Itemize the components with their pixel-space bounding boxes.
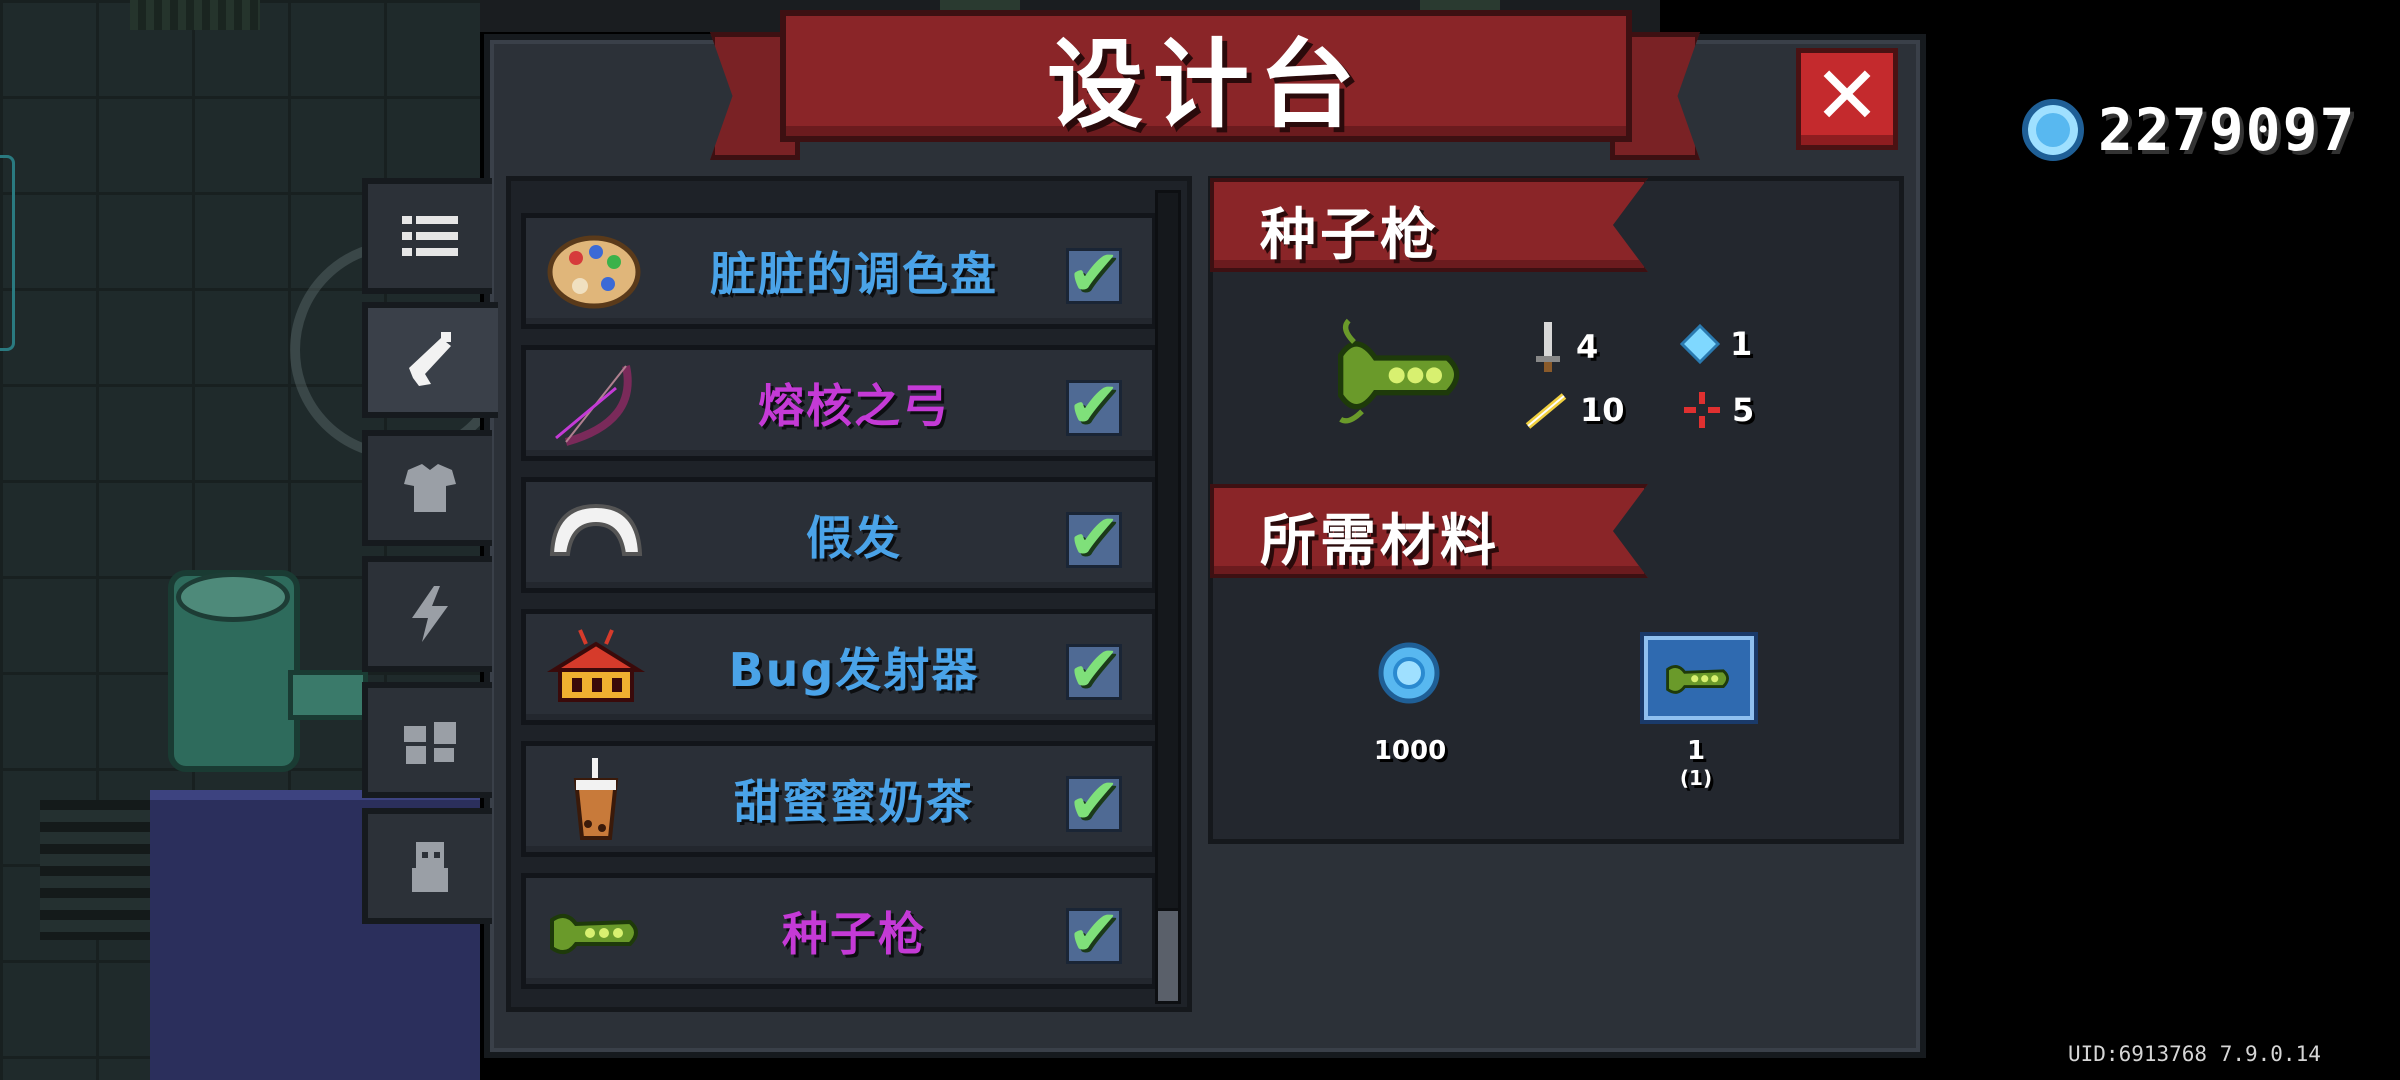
accuracy-stat: 5: [1682, 390, 1754, 430]
tab-list[interactable]: [362, 178, 492, 294]
gem-icon: [2022, 99, 2084, 161]
crit-icon: [1525, 393, 1567, 429]
item-name: 熔核之弓: [758, 379, 950, 433]
wall-tube: [0, 155, 15, 351]
energy-stat: 1: [1680, 324, 1752, 364]
lightning-icon: [412, 586, 448, 642]
list-item[interactable]: 脏脏的调色盘 ✔: [521, 213, 1157, 329]
floor-grate: [130, 0, 260, 30]
checkbox[interactable]: ✔: [1066, 369, 1122, 443]
gem-icon: [1378, 642, 1440, 704]
weapon-icon: [409, 332, 451, 386]
list-icon: [402, 216, 458, 256]
damage-value: 4: [1576, 328, 1599, 366]
tab-furniture[interactable]: [362, 682, 492, 798]
currency-value: 2279097: [2098, 96, 2357, 164]
scrollbar-thumb[interactable]: [1155, 908, 1181, 1004]
check-icon: ✔: [1067, 501, 1121, 575]
check-icon: ✔: [1067, 897, 1121, 971]
blueprint-seed-gun-icon: [1666, 665, 1729, 694]
close-button[interactable]: ✕: [1796, 48, 1898, 150]
item-name: 甜蜜蜜奶茶: [734, 775, 974, 829]
blueprint-tile: [1640, 632, 1758, 724]
armor-icon: [404, 464, 456, 512]
tab-character[interactable]: [362, 808, 492, 924]
item-name: 脏脏的调色盘: [710, 247, 998, 301]
check-icon: ✔: [1067, 633, 1121, 707]
furniture-icon: [404, 722, 456, 764]
character-icon: [412, 842, 448, 892]
material-owned: (1): [1679, 766, 1713, 790]
uid-version: UID:6913768 7.9.0.14: [2068, 1042, 2321, 1066]
item-name: Bug发射器: [728, 643, 980, 697]
list-scrollbar[interactable]: [1155, 190, 1181, 1004]
pipe: [288, 670, 368, 720]
crosshair-icon: [1684, 392, 1720, 428]
material-amount: 1: [1686, 736, 1706, 766]
title-banner: 设计台: [780, 10, 1632, 142]
material-amount: 1000: [1373, 736, 1447, 766]
bug-launcher-icon: [546, 629, 646, 702]
barrel-top: [176, 572, 290, 622]
check-icon: ✔: [1067, 237, 1121, 311]
item-name: 假发: [806, 511, 902, 565]
energy-icon: [1680, 324, 1720, 364]
list-item[interactable]: 甜蜜蜜奶茶 ✔: [521, 741, 1157, 857]
list-item[interactable]: 假发 ✔: [521, 477, 1157, 593]
check-icon: ✔: [1067, 765, 1121, 839]
bow-icon: [555, 365, 632, 446]
check-icon: ✔: [1067, 369, 1121, 443]
checkbox[interactable]: ✔: [1066, 501, 1122, 575]
tab-weapon[interactable]: [362, 302, 498, 418]
currency-display: 2279097: [2022, 96, 2356, 164]
checkbox[interactable]: ✔: [1066, 633, 1122, 707]
crit-stat: 10: [1524, 390, 1625, 430]
floor-vent: [40, 800, 150, 940]
close-icon: ✕: [1813, 49, 1881, 142]
item-name: 种子枪: [782, 907, 926, 961]
materials-ribbon: 所需材料: [1210, 484, 1648, 578]
wig-icon: [549, 503, 643, 556]
list-item[interactable]: Bug发射器 ✔: [521, 609, 1157, 725]
crit-value: 10: [1580, 391, 1625, 429]
checkbox[interactable]: ✔: [1066, 237, 1122, 311]
item-title-ribbon: 种子枪: [1210, 178, 1648, 272]
seed-gun-icon: [550, 913, 638, 955]
blueprint-list[interactable]: 脏脏的调色盘 ✔ 熔核之弓 ✔ 假发 ✔ Bug发射器 ✔ 甜蜜蜜奶茶 ✔ 种子…: [506, 176, 1192, 1012]
accuracy-value: 5: [1732, 391, 1755, 429]
tab-armor[interactable]: [362, 430, 492, 546]
seed-gun-icon: [1338, 318, 1460, 424]
sword-icon: [1536, 322, 1560, 372]
list-item[interactable]: 熔核之弓 ✔: [521, 345, 1157, 461]
materials-title: 所需材料: [1260, 509, 1500, 574]
energy-value: 1: [1730, 325, 1753, 363]
list-item[interactable]: 种子枪 ✔: [521, 873, 1157, 989]
checkbox[interactable]: ✔: [1066, 897, 1122, 971]
damage-stat: 4: [1530, 320, 1598, 374]
tab-buff[interactable]: [362, 556, 492, 672]
page-title: 设计台: [1047, 28, 1365, 141]
palette-icon: [547, 235, 641, 309]
item-title: 种子枪: [1260, 203, 1440, 268]
milk-tea-icon: [573, 758, 619, 840]
checkbox[interactable]: ✔: [1066, 765, 1122, 839]
